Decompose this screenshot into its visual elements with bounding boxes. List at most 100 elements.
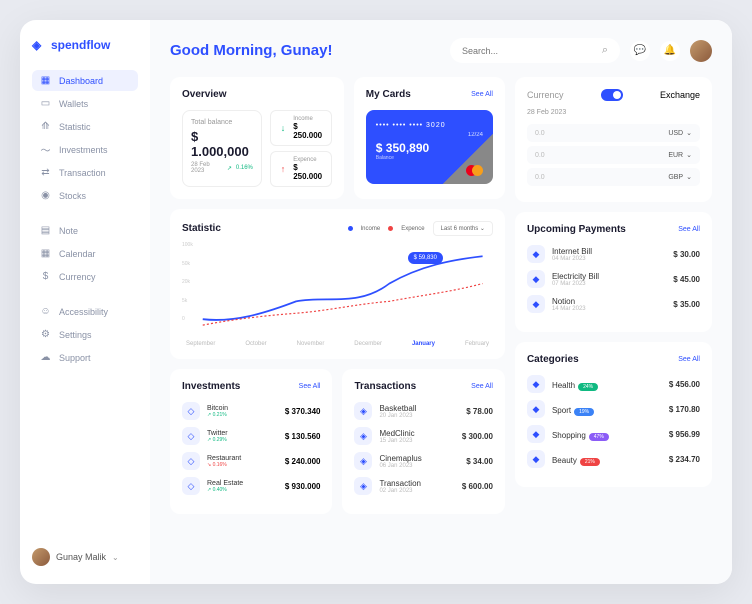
- chevron-down-icon: ⌄: [112, 553, 119, 562]
- month-label[interactable]: September: [186, 341, 215, 347]
- trend-icon: 〜: [40, 144, 51, 155]
- trend-up-icon: ↗: [227, 165, 232, 172]
- nav-settings[interactable]: ⚙Settings: [32, 324, 138, 345]
- greeting: Good Morning, Gunay!: [170, 42, 332, 59]
- payment-icon: ◆: [527, 295, 545, 313]
- upcoming-card: Upcoming PaymentsSee All ◆Internet Bill0…: [515, 212, 712, 332]
- transaction-row[interactable]: ◈MedClinic15 Jan 2023$ 300.00: [354, 427, 492, 445]
- month-label[interactable]: October: [245, 341, 266, 347]
- chevron-down-icon: ⌄: [686, 173, 692, 181]
- overview-title: Overview: [182, 89, 226, 100]
- logo-icon: ◈: [32, 38, 46, 52]
- nav-investments[interactable]: 〜Investments: [32, 139, 138, 160]
- transaction-row[interactable]: ◈Cinemaplus06 Jan 2023$ 34.00: [354, 452, 492, 470]
- line-chart: 100k50k20k5k0 $ 59,830: [182, 242, 493, 337]
- arrow-up-icon: ↑: [278, 163, 288, 175]
- category-icon: ◆: [527, 425, 545, 443]
- chat-button[interactable]: 💬: [630, 41, 650, 61]
- categories-card: CategoriesSee All ◆Health24%$ 456.00◆Spo…: [515, 342, 712, 487]
- investments-see-all[interactable]: See All: [299, 383, 321, 390]
- logo[interactable]: ◈ spendflow: [32, 38, 138, 52]
- chevron-down-icon: ⌄: [686, 129, 692, 137]
- payment-row[interactable]: ◆Internet Bill04 Mar 2023$ 30.00: [527, 245, 700, 263]
- expense-row: ↑Expence$ 250.000: [270, 151, 332, 187]
- search-icon: ⌕: [602, 44, 608, 57]
- statistic-title: Statistic: [182, 223, 221, 234]
- legend-income-dot: [348, 226, 353, 231]
- income-row: ↓Income$ 250.000: [270, 110, 332, 146]
- transaction-icon: ◈: [354, 427, 372, 445]
- percent-badge: 47%: [589, 433, 609, 441]
- nav-currency[interactable]: $Currency: [32, 266, 138, 287]
- person-icon: ☺: [40, 306, 51, 317]
- investment-icon: ◇: [182, 427, 200, 445]
- card-balance: $ 350,890: [376, 141, 483, 155]
- category-row[interactable]: ◆Beauty21%$ 234.70: [527, 450, 700, 468]
- chevron-down-icon: ⌄: [686, 151, 692, 159]
- payment-row[interactable]: ◆Electricity Bill07 Mar 2023$ 45.00: [527, 270, 700, 288]
- category-icon: ◆: [527, 400, 545, 418]
- investment-row[interactable]: ◇Restaurant↘ 0.16%$ 240.000: [182, 452, 320, 470]
- investment-row[interactable]: ◇Real Estate↗ 0.40%$ 930.000: [182, 477, 320, 495]
- card-number: •••• •••• •••• 3020: [376, 122, 483, 129]
- month-label[interactable]: November: [297, 341, 325, 347]
- category-icon: ◆: [527, 375, 545, 393]
- percent-badge: 19%: [574, 408, 594, 416]
- transaction-icon: ◈: [354, 402, 372, 420]
- transaction-row[interactable]: ◈Transaction02 Jan 2023$ 600.00: [354, 477, 492, 495]
- currency-row[interactable]: 0.0USD ⌄: [527, 124, 700, 142]
- payment-row[interactable]: ◆Notion14 Mar 2023$ 35.00: [527, 295, 700, 313]
- transaction-row[interactable]: ◈Basketball20 Jan 2023$ 78.00: [354, 402, 492, 420]
- credit-card[interactable]: •••• •••• •••• 3020 12/24 $ 350,890 Bala…: [366, 110, 493, 184]
- category-row[interactable]: ◆Shopping47%$ 956.99: [527, 425, 700, 443]
- mycards-title: My Cards: [366, 89, 411, 100]
- nav-calendar[interactable]: ▦Calendar: [32, 243, 138, 264]
- payment-icon: ◆: [527, 270, 545, 288]
- nav-statistic[interactable]: ⟰Statistic: [32, 116, 138, 137]
- investment-icon: ◇: [182, 477, 200, 495]
- bell-button[interactable]: 🔔: [660, 41, 680, 61]
- user-menu[interactable]: Gunay Malik ⌄: [32, 548, 138, 566]
- nav-accessibility[interactable]: ☺Accessibility: [32, 301, 138, 322]
- avatar: [32, 548, 50, 566]
- currency-toggle[interactable]: [601, 89, 623, 101]
- search-field[interactable]: [462, 46, 596, 56]
- nav-note[interactable]: ▤Note: [32, 220, 138, 241]
- currency-card: CurrencyExchange 28 Feb 2023 0.0USD ⌄0.0…: [515, 77, 712, 202]
- balance-value: $ 1.000,000: [191, 129, 253, 159]
- period-selector[interactable]: Last 6 months ⌄: [433, 221, 493, 236]
- grid-icon: ▦: [40, 75, 51, 86]
- header-avatar[interactable]: [690, 40, 712, 62]
- gear-icon: ⚙: [40, 329, 51, 340]
- categories-see-all[interactable]: See All: [678, 356, 700, 363]
- transactions-see-all[interactable]: See All: [471, 383, 493, 390]
- investment-row[interactable]: ◇Twitter↗ 0.29%$ 130.560: [182, 427, 320, 445]
- nav-dashboard[interactable]: ▦Dashboard: [32, 70, 138, 91]
- currency-row[interactable]: 0.0GBP ⌄: [527, 168, 700, 186]
- category-row[interactable]: ◆Health24%$ 456.00: [527, 375, 700, 393]
- mastercard-icon: [466, 165, 483, 176]
- mycards-see-all[interactable]: See All: [471, 91, 493, 98]
- nav-transaction[interactable]: ⇄Transaction: [32, 162, 138, 183]
- balance-box: Total balance $ 1.000,000 28 Feb 2023↗0.…: [182, 110, 262, 187]
- investments-card: InvestmentsSee All ◇Bitcoin↗ 0.21%$ 370.…: [170, 369, 332, 514]
- nav-support[interactable]: ☁Support: [32, 347, 138, 368]
- wallet-icon: ▭: [40, 98, 51, 109]
- category-row[interactable]: ◆Sport19%$ 170.80: [527, 400, 700, 418]
- upcoming-see-all[interactable]: See All: [678, 226, 700, 233]
- month-label[interactable]: December: [354, 341, 382, 347]
- transaction-icon: ◈: [354, 452, 372, 470]
- nav-stocks[interactable]: ◉Stocks: [32, 185, 138, 206]
- statistic-card: Statistic Income Expence Last 6 months ⌄…: [170, 209, 505, 359]
- note-icon: ▤: [40, 225, 51, 236]
- user-name: Gunay Malik: [56, 552, 106, 562]
- search-input[interactable]: ⌕: [450, 38, 620, 63]
- month-label[interactable]: January: [412, 341, 435, 347]
- mycards-card: My Cards See All •••• •••• •••• 3020 12/2…: [354, 77, 505, 199]
- calendar-icon: ▦: [40, 248, 51, 259]
- currency-row[interactable]: 0.0EUR ⌄: [527, 146, 700, 164]
- nav-wallets[interactable]: ▭Wallets: [32, 93, 138, 114]
- month-label[interactable]: February: [465, 341, 489, 347]
- overview-card: Overview Total balance $ 1.000,000 28 Fe…: [170, 77, 344, 199]
- investment-row[interactable]: ◇Bitcoin↗ 0.21%$ 370.340: [182, 402, 320, 420]
